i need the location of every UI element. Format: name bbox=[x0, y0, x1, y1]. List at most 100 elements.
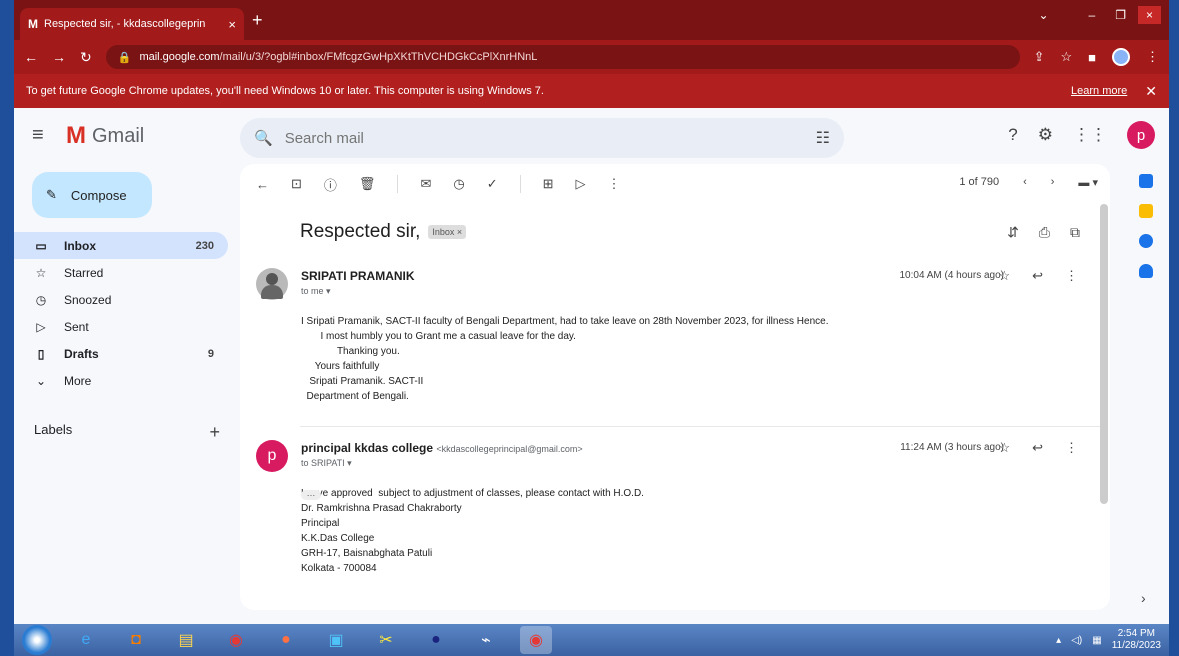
more-vert-icon[interactable]: ⋮ bbox=[1065, 268, 1078, 284]
star-icon[interactable]: ☆ bbox=[998, 268, 1010, 284]
label-icon[interactable]: ▷ bbox=[576, 176, 586, 192]
clock[interactable]: 2:54 PM 11/28/2023 bbox=[1112, 628, 1161, 652]
search-input[interactable] bbox=[282, 128, 806, 148]
learn-more-link[interactable]: Learn more bbox=[1071, 85, 1127, 97]
chrome-active-icon[interactable]: ◉ bbox=[520, 626, 552, 654]
pen-tool-icon[interactable]: ● bbox=[420, 626, 452, 654]
mark-unread-icon[interactable]: ✉ bbox=[420, 176, 431, 192]
internet-explorer-icon[interactable]: e bbox=[70, 626, 102, 654]
firefox-icon[interactable]: ● bbox=[270, 626, 302, 654]
snooze-icon[interactable]: ◷ bbox=[453, 176, 464, 192]
body-line: Department of Bengali. bbox=[301, 391, 409, 402]
main-menu-icon[interactable]: ≡ bbox=[32, 124, 44, 147]
send-icon: ▷ bbox=[36, 319, 46, 334]
scrollbar[interactable] bbox=[1100, 204, 1108, 504]
info-bar-text: To get future Google Chrome updates, you… bbox=[26, 85, 544, 97]
input-tools-icon[interactable]: ▬ ▾ bbox=[1078, 176, 1098, 189]
sidebar-item-label: Snoozed bbox=[64, 292, 112, 307]
sender-avatar[interactable] bbox=[256, 268, 288, 300]
sender-name: principal kkdas college <kkdascollegepri… bbox=[301, 441, 583, 455]
start-button-icon[interactable] bbox=[22, 625, 52, 655]
next-icon[interactable]: › bbox=[1051, 176, 1055, 189]
show-side-panel-icon[interactable]: › bbox=[1141, 590, 1146, 606]
tab-close-icon[interactable]: × bbox=[228, 17, 236, 32]
reload-icon[interactable]: ↻ bbox=[80, 49, 92, 66]
calendar-icon[interactable] bbox=[1139, 174, 1153, 188]
network-icon[interactable]: ▦ bbox=[1092, 635, 1101, 646]
maximize-icon[interactable]: ❐ bbox=[1107, 6, 1134, 24]
browser-window: M Respected sir, - kkdascollegeprin × + … bbox=[14, 0, 1169, 624]
chrome-menu-icon[interactable]: ⋮ bbox=[1146, 49, 1159, 65]
url-domain: mail.google.com bbox=[139, 51, 220, 63]
network-app-icon[interactable]: ▣ bbox=[320, 626, 352, 654]
sidebar-item-inbox[interactable]: ▭ Inbox 230 bbox=[14, 232, 228, 259]
sidebar-item-more[interactable]: ⌄ More bbox=[14, 367, 228, 394]
apps-grid-icon[interactable]: ⋮⋮ bbox=[1073, 125, 1107, 145]
settings-gear-icon[interactable]: ⚙ bbox=[1038, 125, 1053, 145]
tray-arrow-icon[interactable]: ▴ bbox=[1056, 635, 1061, 646]
sidebar-item-starred[interactable]: ☆ Starred bbox=[14, 259, 228, 286]
keep-icon[interactable] bbox=[1139, 204, 1153, 218]
add-task-icon[interactable]: ✓ bbox=[487, 176, 498, 192]
search-options-icon[interactable]: ☷ bbox=[816, 128, 830, 148]
paint-icon[interactable]: ✂ bbox=[370, 626, 402, 654]
tab-search-icon[interactable]: ⌄ bbox=[1030, 6, 1056, 24]
account-avatar[interactable]: p bbox=[1127, 121, 1155, 149]
minimize-icon[interactable]: – bbox=[1081, 6, 1104, 24]
back-icon[interactable]: ← bbox=[24, 49, 38, 65]
update-info-bar: To get future Google Chrome updates, you… bbox=[14, 74, 1169, 108]
share-icon[interactable]: ⇪ bbox=[1034, 49, 1045, 65]
reply-icon[interactable]: ↩ bbox=[1032, 268, 1043, 284]
body-line: Sripati Pramanik. SACT-II bbox=[301, 376, 424, 387]
search-bar[interactable]: 🔍 ☷ bbox=[240, 118, 844, 158]
chrome-icon[interactable]: ◉ bbox=[220, 626, 252, 654]
new-tab-icon[interactable]: + bbox=[252, 10, 263, 31]
outlook-icon[interactable]: ◘ bbox=[120, 626, 152, 654]
more-vert-icon[interactable]: ⋮ bbox=[1065, 440, 1078, 456]
contacts-icon[interactable] bbox=[1139, 264, 1153, 278]
url-field[interactable]: 🔒 mail.google.com/mail/u/3/?ogbl#inbox/F… bbox=[105, 45, 1020, 69]
body-line: Dr. Ramkrishna Prasad Chakraborty bbox=[301, 503, 462, 514]
tasks-icon[interactable] bbox=[1139, 234, 1153, 248]
sidebar-item-sent[interactable]: ▷ Sent bbox=[14, 313, 228, 340]
forward-icon[interactable]: → bbox=[52, 49, 66, 65]
add-label-icon[interactable]: + bbox=[209, 422, 220, 443]
star-icon[interactable]: ☆ bbox=[998, 440, 1010, 456]
collapse-all-icon[interactable]: ⇵ bbox=[1007, 224, 1019, 241]
search-icon[interactable]: 🔍 bbox=[254, 129, 273, 147]
show-trimmed-content-button[interactable]: … bbox=[301, 489, 321, 500]
recipient-toggle[interactable]: to me ▾ bbox=[301, 286, 331, 297]
volume-icon[interactable]: ◁) bbox=[1071, 635, 1082, 646]
file-explorer-icon[interactable]: ▤ bbox=[170, 626, 202, 654]
window-close-icon[interactable]: × bbox=[1137, 6, 1161, 24]
archive-icon[interactable]: ⊡ bbox=[291, 176, 302, 192]
recipient-toggle[interactable]: to SRIPATI ▾ bbox=[301, 458, 352, 469]
compose-button[interactable]: ✎ Compose bbox=[32, 172, 152, 218]
window-frame-right bbox=[1169, 0, 1179, 656]
print-icon[interactable]: ⎙ bbox=[1039, 224, 1050, 241]
reply-icon[interactable]: ↩ bbox=[1032, 440, 1043, 456]
scanner-icon[interactable]: ⌁ bbox=[470, 626, 502, 654]
body-line: I most humbly you to Grant me a casual l… bbox=[301, 331, 576, 342]
gmail-wordmark: Gmail bbox=[92, 124, 145, 147]
report-spam-icon[interactable]: ⓘ bbox=[324, 175, 337, 194]
more-options-icon[interactable]: ⋮ bbox=[608, 176, 621, 192]
sender-avatar[interactable]: p bbox=[256, 440, 288, 472]
move-to-icon[interactable]: ⊞ bbox=[543, 176, 554, 192]
open-new-window-icon[interactable]: ⧉ bbox=[1070, 224, 1080, 241]
gmail-logo[interactable]: M Gmail bbox=[66, 122, 144, 150]
sidebar-item-drafts[interactable]: ▯ Drafts 9 bbox=[14, 340, 228, 367]
bookmark-star-icon[interactable]: ☆ bbox=[1060, 49, 1072, 65]
labels-heading: Labels bbox=[34, 422, 73, 437]
prev-icon[interactable]: ‹ bbox=[1023, 176, 1027, 189]
help-icon[interactable]: ? bbox=[1008, 125, 1017, 145]
browser-tab[interactable]: M Respected sir, - kkdascollegeprin × bbox=[20, 8, 244, 40]
profile-icon[interactable] bbox=[1112, 48, 1130, 66]
sidebar-item-snoozed[interactable]: ◷ Snoozed bbox=[14, 286, 228, 313]
info-bar-close-icon[interactable]: ✕ bbox=[1145, 83, 1157, 100]
back-to-inbox-icon[interactable]: ← bbox=[256, 177, 269, 192]
inbox-label-badge[interactable]: Inbox × bbox=[428, 225, 467, 239]
sidebar-item-label: Starred bbox=[64, 265, 104, 280]
sidepanel-icon[interactable]: ■ bbox=[1088, 50, 1096, 65]
delete-icon[interactable]: 🗑 bbox=[359, 176, 376, 192]
